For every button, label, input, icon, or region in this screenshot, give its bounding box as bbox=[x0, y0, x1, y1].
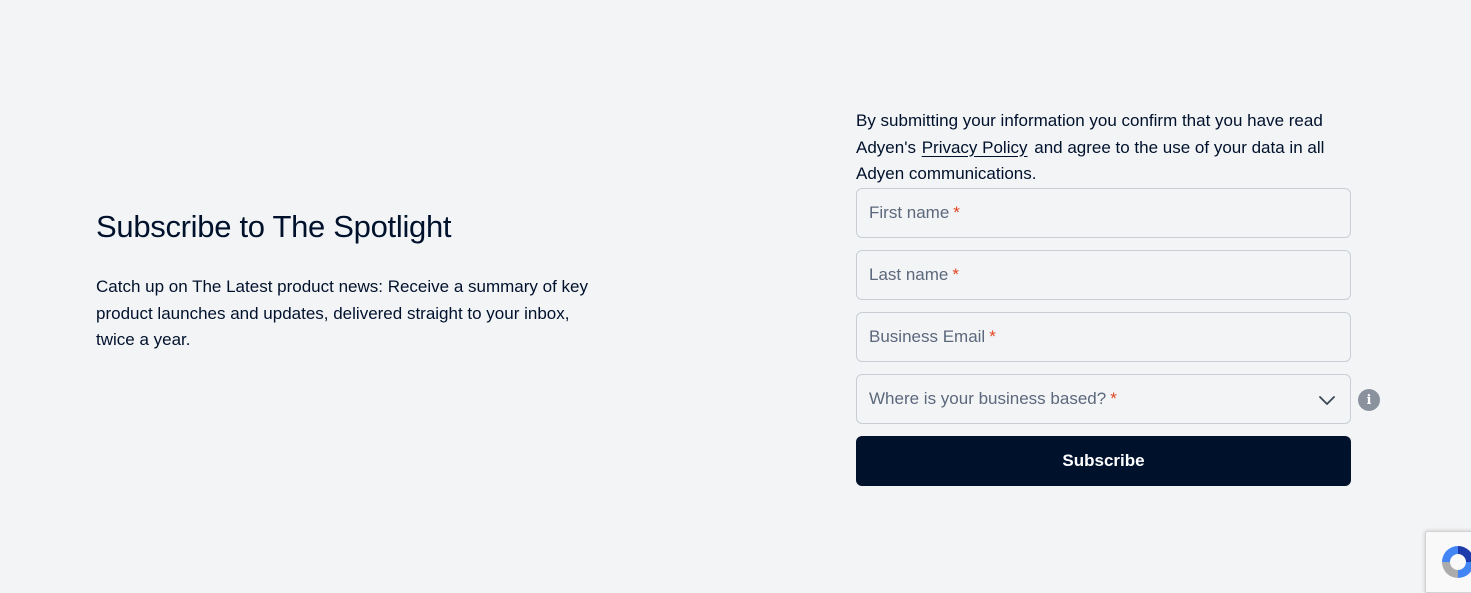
first-name-field[interactable]: First name * bbox=[856, 188, 1351, 238]
recaptcha-badge[interactable] bbox=[1425, 531, 1471, 593]
intro-description: Catch up on The Latest product news: Rec… bbox=[96, 277, 588, 349]
country-select-placeholder: Where is your business based? bbox=[869, 389, 1107, 408]
subscribe-form: By submitting your information you confi… bbox=[856, 108, 1380, 486]
required-asterisk: * bbox=[953, 203, 960, 222]
business-email-field[interactable]: Business Email * bbox=[856, 312, 1351, 362]
subscribe-intro: Subscribe to The Spotlight Catch up on T… bbox=[96, 206, 616, 354]
required-asterisk: * bbox=[989, 327, 996, 346]
recaptcha-logo-icon bbox=[1442, 546, 1471, 578]
first-name-placeholder: First name bbox=[869, 203, 950, 222]
subscribe-button[interactable]: Subscribe bbox=[856, 436, 1351, 486]
privacy-policy-link[interactable]: Privacy Policy bbox=[922, 138, 1028, 157]
last-name-field[interactable]: Last name * bbox=[856, 250, 1351, 300]
last-name-placeholder: Last name bbox=[869, 265, 949, 284]
required-asterisk: * bbox=[1110, 389, 1117, 408]
chevron-down-icon[interactable] bbox=[1318, 391, 1336, 409]
business-email-placeholder: Business Email bbox=[869, 327, 986, 346]
page-title: Subscribe to The Spotlight bbox=[96, 209, 452, 244]
info-icon[interactable]: i bbox=[1358, 389, 1380, 411]
required-asterisk: * bbox=[952, 265, 960, 284]
country-select[interactable]: Where is your business based? * i bbox=[856, 374, 1380, 424]
consent-text: By submitting your information you confi… bbox=[856, 108, 1351, 188]
